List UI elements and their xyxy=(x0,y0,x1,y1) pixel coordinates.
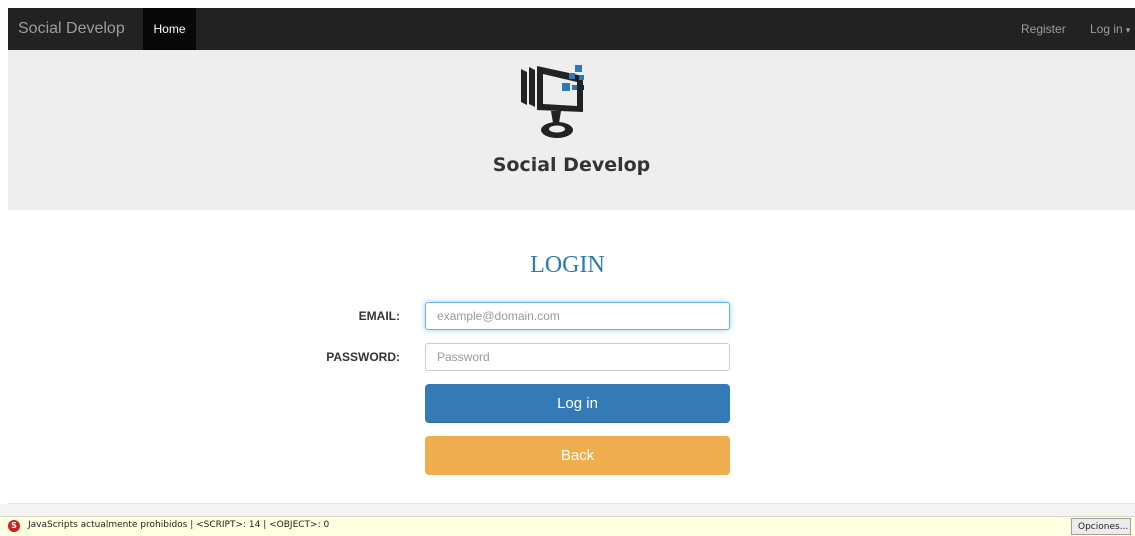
nav-login-label: Log in xyxy=(1090,22,1123,36)
horizontal-scrollbar[interactable] xyxy=(0,504,1135,516)
back-button[interactable]: Back xyxy=(425,436,730,475)
password-field[interactable] xyxy=(425,343,730,371)
email-field[interactable] xyxy=(425,302,730,330)
caret-down-icon: ▾ xyxy=(1125,25,1131,35)
options-button[interactable]: Opciones... xyxy=(1071,518,1131,535)
navbar-brand[interactable]: Social Develop xyxy=(18,8,125,50)
login-button[interactable]: Log in xyxy=(425,384,730,423)
logo-text: Social Develop xyxy=(492,154,651,176)
navbar: Social Develop Home Register Log in ▾ xyxy=(8,8,1135,50)
monitor-logo-icon xyxy=(521,65,584,138)
hero-banner: Social Develop xyxy=(8,50,1135,210)
nav-register-link[interactable]: Register xyxy=(1021,8,1066,50)
login-title: LOGIN xyxy=(530,252,605,278)
password-label: PASSWORD: xyxy=(326,350,400,364)
nav-login-dropdown[interactable]: Log in ▾ xyxy=(1090,8,1130,50)
noscript-icon[interactable]: S xyxy=(8,520,20,532)
email-label: EMAIL: xyxy=(358,309,400,323)
noscript-status-bar: S JavaScripts actualmente prohibidos | <… xyxy=(0,516,1135,536)
nav-home-link[interactable]: Home xyxy=(143,8,196,50)
noscript-status-text: JavaScripts actualmente prohibidos | <SC… xyxy=(28,520,330,530)
window-top-strip xyxy=(0,0,1135,8)
